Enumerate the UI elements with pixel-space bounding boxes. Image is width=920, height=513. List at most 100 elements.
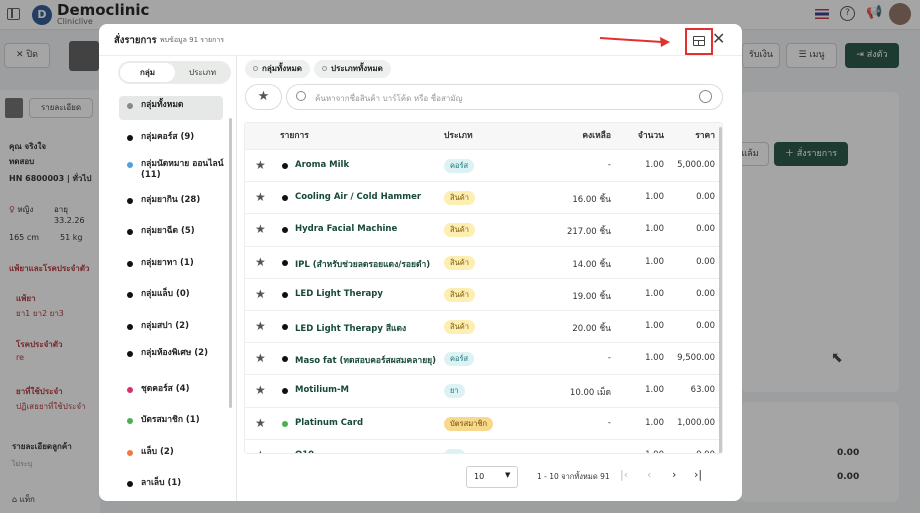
col-stock: คงเหลือ xyxy=(582,131,611,141)
seg-type[interactable]: ประเภท xyxy=(176,63,229,82)
category-item[interactable]: บัตรสมาชิก (1) xyxy=(119,415,229,439)
page-size-value: 10 xyxy=(474,472,485,481)
prev-page-icon[interactable]: ‹ xyxy=(647,468,651,481)
category-dot-icon xyxy=(127,481,133,487)
row-stock: 20.00 ชิ้น xyxy=(572,324,611,334)
row-price: 0.00 xyxy=(696,321,715,331)
favorite-star-icon[interactable]: ★ xyxy=(255,320,266,332)
type-badge: สินค้า xyxy=(444,287,475,302)
found-count: พบข้อมูล 91 รายการ xyxy=(160,36,225,44)
category-dot-icon xyxy=(127,162,133,168)
row-qty: 1.00 xyxy=(645,321,664,331)
seg-group[interactable]: กลุ่ม xyxy=(120,63,175,82)
table-header: รายการ ประเภท คงเหลือ จำนวน ราคา xyxy=(245,123,722,149)
category-item[interactable]: กลุ่มห้องพิเศษ (2) xyxy=(119,348,229,372)
search-input[interactable]: ค้นหาจากชื่อสินค้า บาร์โค้ด หรือ ชื่อสาม… xyxy=(315,92,462,105)
category-item[interactable]: กลุ่มนัดหมาย ออนไลน์ (11) xyxy=(119,159,229,183)
table-row[interactable]: ★ LED Light Therapy สีแดง สินค้า 20.00 ชิ้น… xyxy=(245,310,722,342)
category-item[interactable]: กลุ่มยาทา (1) xyxy=(119,258,229,282)
col-name: รายการ xyxy=(280,131,309,141)
category-dot-icon xyxy=(127,351,133,357)
category-item[interactable]: แล็บ (2) xyxy=(119,447,229,471)
table-scrollbar[interactable] xyxy=(719,127,722,453)
history-icon[interactable] xyxy=(699,90,712,103)
favorite-star-icon[interactable]: ★ xyxy=(255,352,266,364)
row-dot-icon xyxy=(282,227,288,234)
table-row[interactable]: ★ Maso fat (ทดสอบคอร์สผสมคลายยุ) คอร์ส - 1.0… xyxy=(245,342,722,374)
category-item[interactable]: กลุ่มทั้งหมด xyxy=(119,100,229,124)
type-badge: สินค้า xyxy=(444,320,475,334)
row-name: IPL (สำหรับช่วยลดรอยแดง/รอยดำ) xyxy=(295,259,431,270)
category-item[interactable]: กลุ่มแล็บ (0) xyxy=(119,289,229,313)
row-name: Motilium-M xyxy=(295,385,349,396)
category-item[interactable]: กลุ่มยากิน (28) xyxy=(119,195,229,219)
sidebar-scrollbar[interactable] xyxy=(229,118,232,408)
first-page-icon[interactable]: |‹ xyxy=(620,468,628,481)
category-dot-icon xyxy=(127,323,133,330)
row-price: 0.00 xyxy=(696,192,715,203)
search-box[interactable]: ค้นหาจากชื่อสินค้า บาร์โค้ด หรือ ชื่อสาม… xyxy=(286,84,723,110)
category-sidebar: กลุ่ม ประเภท กลุ่มทั้งหมดกลุ่มคอร์ส (9) ก… xyxy=(99,56,237,501)
category-dot-icon xyxy=(127,449,133,456)
chip-all-groups[interactable]: กลุ่มทั้งหมด xyxy=(245,60,310,78)
col-type: ประเภท xyxy=(444,131,473,141)
type-badge: บัตรสมาชิก xyxy=(444,416,494,431)
row-qty: 1.00 xyxy=(645,192,664,203)
chevron-down-icon: ▼ xyxy=(505,471,511,479)
table-row[interactable]: ★ Motilium-M ยา 10.00 เม็ด 1.00 63.00 xyxy=(245,374,722,406)
category-item[interactable]: ลาเล็บ (1) xyxy=(119,478,229,501)
next-page-icon[interactable]: › xyxy=(672,468,676,481)
row-price: 0.00 xyxy=(696,450,715,453)
table-row[interactable]: ★ LED Light Therapy สินค้า 19.00 ชิ้น 1.00 0.… xyxy=(245,277,722,310)
row-dot-icon xyxy=(282,163,288,169)
layout-toggle-highlight[interactable] xyxy=(685,28,713,55)
row-price: 9,500.00 xyxy=(677,353,715,364)
row-price: 5,000.00 xyxy=(677,160,715,170)
row-dot-icon xyxy=(282,356,288,363)
table-row[interactable]: ★ Aroma Milk คอร์ส - 1.00 5,000.00 xyxy=(245,149,722,181)
type-badge: สินค้า xyxy=(444,191,475,206)
row-stock: - xyxy=(607,417,611,428)
modal-close-icon[interactable]: ✕ xyxy=(712,29,725,48)
category-item[interactable]: กลุ่มสปา (2) xyxy=(119,321,229,345)
category-item[interactable]: กลุ่มยาฉีด (5) xyxy=(119,226,229,250)
category-dot-icon xyxy=(127,229,133,235)
table-row[interactable]: ★ Platinum Card บัตรสมาชิก - 1.00 1,000.00 xyxy=(245,406,722,439)
favorite-star-icon[interactable]: ★ xyxy=(255,288,266,300)
category-item[interactable]: ชุดคอร์ส (4) xyxy=(119,384,229,408)
table-row[interactable]: ★ Q10 ยา 17.00 กระปุก 1.00 0.00 xyxy=(245,438,722,453)
chip-all-types[interactable]: ประเภททั้งหมด xyxy=(314,60,391,78)
row-name: Aroma Milk xyxy=(295,160,350,170)
row-dot-icon xyxy=(282,259,288,266)
favorite-star-icon[interactable]: ★ xyxy=(255,223,266,235)
row-stock: 10.00 เม็ด xyxy=(569,388,611,399)
favorite-star-icon[interactable]: ★ xyxy=(255,417,266,429)
layout-toggle-icon[interactable] xyxy=(693,36,705,46)
row-qty: 1.00 xyxy=(645,256,664,267)
favorite-star-icon[interactable]: ★ xyxy=(255,449,266,453)
category-item[interactable]: กลุ่มคอร์ส (9) xyxy=(119,132,229,156)
annotation-arrow-icon xyxy=(599,37,670,47)
favorite-star-icon[interactable]: ★ xyxy=(255,191,266,203)
row-price: 0.00 xyxy=(696,288,715,299)
row-qty: 1.00 xyxy=(645,417,664,428)
favorite-filter-icon[interactable]: ★ xyxy=(245,84,282,110)
page-size-select[interactable]: 10 ▼ xyxy=(466,466,518,488)
favorite-star-icon[interactable]: ★ xyxy=(255,384,266,396)
row-dot-icon xyxy=(282,388,288,395)
type-badge: สินค้า xyxy=(444,223,475,238)
last-page-icon[interactable]: ›| xyxy=(694,468,702,481)
row-name: Q10 xyxy=(295,450,314,453)
favorite-star-icon[interactable]: ★ xyxy=(255,159,266,171)
category-dot-icon xyxy=(127,134,133,141)
category-dot-icon xyxy=(127,386,133,393)
product-table: รายการ ประเภท คงเหลือ จำนวน ราคา ★ Aroma … xyxy=(244,122,723,454)
table-row[interactable]: ★ Cooling Air / Cold Hammer สินค้า 16.00 ชิ… xyxy=(245,181,722,213)
view-switch[interactable]: กลุ่ม ประเภท xyxy=(118,61,231,84)
favorite-star-icon[interactable]: ★ xyxy=(255,256,266,268)
row-price: 63.00 xyxy=(690,385,715,396)
table-row[interactable]: ★ Hydra Facial Machine สินค้า 217.00 ชิ้น 1.… xyxy=(245,213,722,245)
table-row[interactable]: ★ IPL (สำหรับช่วยลดรอยแดง/รอยดำ) สินค้า 14.… xyxy=(245,245,722,278)
type-badge: ยา xyxy=(444,384,465,399)
row-dot-icon xyxy=(282,195,288,202)
